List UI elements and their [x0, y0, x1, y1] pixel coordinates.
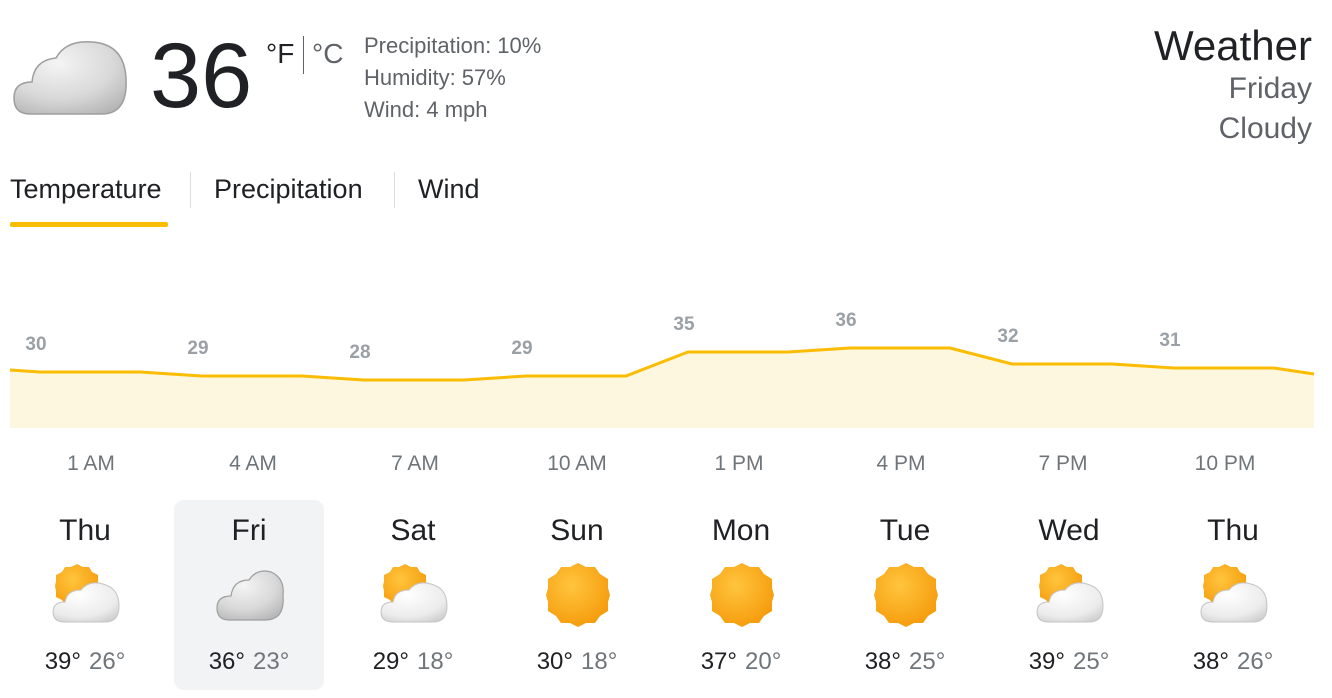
day-temps: 37° 20°: [666, 648, 816, 676]
high-temp: 39°: [1028, 648, 1065, 675]
high-temp: 38°: [864, 648, 901, 675]
tab-precipitation[interactable]: Precipitation: [214, 174, 363, 205]
day-card-thu[interactable]: Thu 39° 26°: [10, 500, 160, 690]
wind-detail: Wind: 4 mph: [364, 97, 488, 122]
active-tab-indicator: [10, 222, 168, 227]
day-name: Sat: [390, 514, 436, 547]
day-name: Fri: [231, 514, 267, 547]
high-temp: 37°: [700, 648, 737, 675]
day-temps: 39° 26°: [10, 648, 160, 676]
partly-cloudy-icon: [379, 562, 449, 628]
chart-area: [10, 348, 1314, 428]
day-temps: 36° 23°: [174, 648, 324, 676]
sun-icon: [871, 562, 941, 628]
tab-temperature[interactable]: Temperature: [10, 174, 162, 205]
day-card-fri[interactable]: Fri 36° 23°: [174, 500, 324, 690]
day-name: Thu: [1207, 514, 1259, 547]
high-temp: 36°: [208, 648, 245, 675]
sun-icon: [707, 562, 777, 628]
unit-celsius-toggle[interactable]: °C: [312, 38, 343, 70]
unit-fahrenheit-toggle[interactable]: °F: [266, 38, 294, 70]
low-temp: 26°: [89, 648, 126, 675]
day-card-wed[interactable]: Wed 39° 25°: [994, 500, 1144, 690]
day-temps: 38° 26°: [1158, 648, 1308, 676]
day-card-sat[interactable]: Sat 29° 18°: [338, 500, 488, 690]
day-card-thu[interactable]: Thu 38° 26°: [1158, 500, 1308, 690]
day-name: Sun: [550, 514, 604, 547]
tab-divider: [190, 172, 191, 208]
chart-value-label: 29: [511, 338, 532, 359]
low-temp: 18°: [581, 648, 618, 675]
tab-wind[interactable]: Wind: [418, 174, 480, 205]
chart-value-label: 35: [673, 314, 695, 335]
day-card-mon[interactable]: Mon 37° 20°: [666, 500, 816, 690]
tab-divider: [394, 172, 395, 208]
chart-value-label: 30: [25, 334, 46, 355]
hour-label: 4 AM: [229, 452, 277, 475]
hour-label: 4 PM: [876, 452, 926, 475]
high-temp: 30°: [536, 648, 573, 675]
high-temp: 29°: [372, 648, 409, 675]
day-temps: 29° 18°: [338, 648, 488, 676]
current-temperature: 36: [150, 25, 253, 127]
chart-value-label: 32: [997, 326, 1018, 347]
day-temps: 38° 25°: [830, 648, 980, 676]
precipitation-detail: Precipitation: 10%: [364, 33, 542, 58]
hour-label: 10 PM: [1194, 452, 1256, 475]
low-temp: 25°: [909, 648, 946, 675]
low-temp: 20°: [745, 648, 782, 675]
chart-value-label: 29: [187, 338, 208, 359]
low-temp: 26°: [1237, 648, 1274, 675]
day-card-sun[interactable]: Sun 30° 18°: [502, 500, 652, 690]
day-temps: 39° 25°: [994, 648, 1144, 676]
temperature-chart: 30 29 28 29 35 36 32 31: [9, 310, 1315, 428]
high-temp: 38°: [1192, 648, 1229, 675]
day-name: Thu: [59, 514, 111, 547]
cloud-icon: [13, 41, 127, 115]
partly-cloudy-icon: [51, 562, 121, 628]
current-day: Friday: [1228, 72, 1312, 105]
current-condition: Cloudy: [1218, 112, 1312, 145]
partly-cloudy-icon: [1035, 562, 1105, 628]
chart-value-label: 31: [1159, 330, 1181, 351]
day-name: Tue: [879, 514, 931, 547]
hour-label: 1 PM: [714, 452, 764, 475]
day-card-tue[interactable]: Tue 38° 25°: [830, 500, 980, 690]
hour-label: 7 AM: [391, 452, 439, 475]
partly-cloudy-icon: [1199, 562, 1269, 628]
low-temp: 18°: [417, 648, 454, 675]
chart-value-label: 36: [835, 310, 856, 331]
hour-label: 1 AM: [67, 452, 115, 475]
low-temp: 25°: [1073, 648, 1110, 675]
hour-label: 10 AM: [547, 452, 607, 475]
unit-separator: [303, 36, 304, 74]
cloud-icon: [215, 562, 285, 628]
low-temp: 23°: [253, 648, 290, 675]
day-temps: 30° 18°: [502, 648, 652, 676]
chart-value-label: 28: [349, 342, 370, 363]
humidity-detail: Humidity: 57%: [364, 65, 506, 90]
day-name: Mon: [711, 514, 771, 547]
day-name: Wed: [1038, 514, 1100, 547]
hour-label: 7 PM: [1038, 452, 1088, 475]
sun-icon: [543, 562, 613, 628]
weather-title: Weather: [1154, 22, 1312, 69]
high-temp: 39°: [44, 648, 81, 675]
